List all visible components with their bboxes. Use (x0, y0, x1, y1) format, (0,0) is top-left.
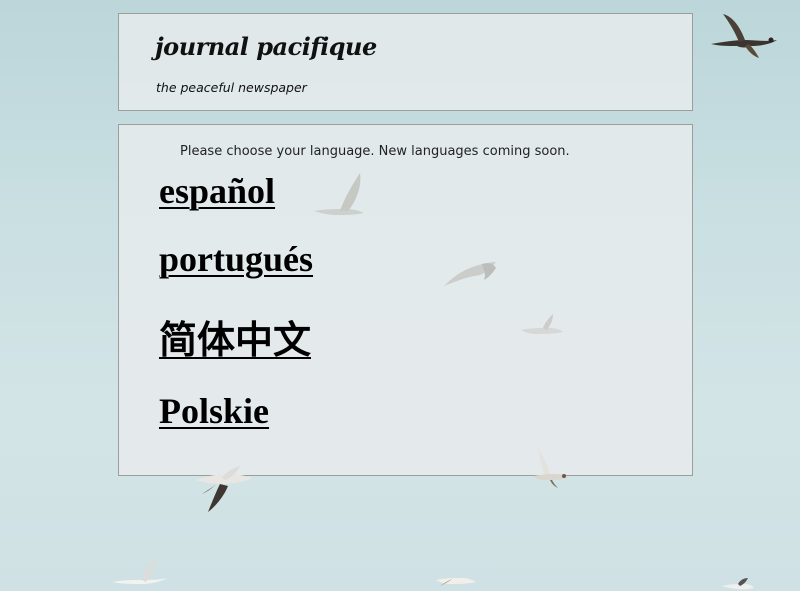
language-link-portuguese[interactable]: portugués (159, 241, 313, 277)
seagull-icon (722, 578, 754, 590)
language-chooser: Please choose your language. New languag… (118, 124, 693, 476)
seagull-icon (436, 578, 476, 586)
site-title: journal pacifique (155, 32, 377, 61)
language-link-polish[interactable]: Polskie (159, 393, 269, 429)
language-prompt: Please choose your language. New languag… (180, 144, 570, 159)
seagull-icon (711, 14, 777, 58)
site-header: journal pacifique the peaceful newspaper (118, 13, 693, 111)
language-link-chinese[interactable]: 简体中文 (159, 321, 311, 359)
seagull-icon (112, 558, 168, 584)
site-tagline: the peaceful newspaper (156, 80, 307, 95)
language-link-spanish[interactable]: español (159, 173, 275, 209)
